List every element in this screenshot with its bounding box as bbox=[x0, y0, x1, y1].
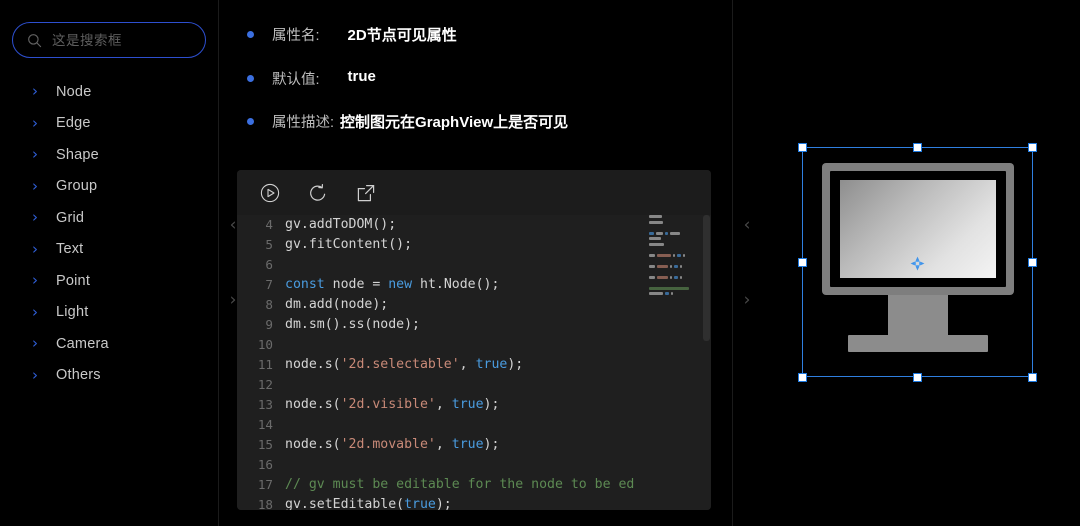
code-line: 9 dm.sm().ss(node); bbox=[237, 315, 711, 335]
sidebar-item-edge[interactable]: › Edge bbox=[0, 108, 218, 140]
collapse-left-button[interactable]: ‹ bbox=[230, 217, 237, 234]
code-editor-card: 4 gv.addToDOM(); 5 gv.fitContent(); 6 7 const … bbox=[237, 170, 711, 510]
code-line: 5 gv.fitContent(); bbox=[237, 235, 711, 255]
code-text: node.s('2d.movable', true); bbox=[285, 437, 500, 452]
chevron-right-icon: › bbox=[32, 334, 38, 353]
code-line: 7 const node = new ht.Node(); bbox=[237, 275, 711, 295]
chevron-right-icon: › bbox=[32, 365, 38, 384]
code-scrollbar-thumb[interactable] bbox=[703, 215, 710, 341]
sidebar-item-text[interactable]: › Text bbox=[0, 234, 218, 266]
resize-handle-ne[interactable] bbox=[1028, 143, 1037, 152]
chevron-right-icon: › bbox=[32, 113, 38, 132]
code-line: 6 bbox=[237, 255, 711, 275]
expand-right-button[interactable]: › bbox=[744, 292, 751, 309]
code-line: 16 bbox=[237, 455, 711, 475]
property-list: 属性名: 2D节点可见属性 默认值: true 属性描述: 控制图元在Graph… bbox=[219, 0, 732, 132]
code-line: 18 gv.setEditable(true); bbox=[237, 495, 711, 510]
code-line: 13 node.s('2d.visible', true); bbox=[237, 395, 711, 415]
code-line: 15 node.s('2d.movable', true); bbox=[237, 435, 711, 455]
code-text: // gv must be editable for the node to b… bbox=[285, 477, 635, 492]
sidebar-item-camera[interactable]: › Camera bbox=[0, 328, 218, 360]
code-text: gv.addToDOM(); bbox=[285, 217, 397, 232]
code-text: node.s('2d.selectable', true); bbox=[285, 357, 524, 372]
sidebar-item-light[interactable]: › Light bbox=[0, 297, 218, 329]
code-editor-toolbar bbox=[237, 170, 711, 215]
sidebar-item-label: Grid bbox=[56, 209, 85, 226]
sidebar-item-label: Others bbox=[56, 367, 101, 384]
right-rail: ‹ › bbox=[733, 0, 761, 526]
bullet-icon bbox=[247, 118, 254, 125]
expand-left-button[interactable]: › bbox=[230, 292, 237, 309]
chevron-right-icon: › bbox=[32, 176, 38, 195]
code-line: 10 bbox=[237, 335, 711, 355]
bullet-icon bbox=[247, 74, 254, 82]
code-text: gv.fitContent(); bbox=[285, 237, 413, 252]
sidebar-item-shape[interactable]: › Shape bbox=[0, 139, 218, 171]
search-input[interactable] bbox=[52, 32, 229, 48]
sidebar-item-grid[interactable]: › Grid bbox=[0, 202, 218, 234]
property-value: 2D节点可见属性 bbox=[347, 27, 457, 44]
code-line: 4 gv.addToDOM(); bbox=[237, 215, 711, 235]
app-root: › Node › Edge › Shape › Group › Grid › T… bbox=[0, 0, 1080, 526]
resize-handle-e[interactable] bbox=[1028, 258, 1037, 267]
property-key: 默认值: bbox=[272, 71, 320, 88]
search-box[interactable] bbox=[12, 22, 229, 58]
sidebar-item-label: Light bbox=[56, 304, 89, 321]
property-row-name: 属性名: 2D节点可见属性 bbox=[247, 24, 722, 45]
reset-button[interactable] bbox=[305, 180, 331, 206]
code-text: node.s('2d.visible', true); bbox=[285, 397, 500, 412]
resize-handle-se[interactable] bbox=[1028, 373, 1037, 382]
code-line: 17// gv must be editable for the node to… bbox=[237, 475, 711, 495]
bullet-icon bbox=[247, 31, 254, 38]
chevron-right-icon: › bbox=[32, 145, 38, 164]
property-key: 属性名: bbox=[272, 28, 320, 44]
property-value: 控制图元在GraphView上是否可见 bbox=[340, 114, 569, 131]
code-line-list: 4 gv.addToDOM(); 5 gv.fitContent(); 6 7 const … bbox=[237, 215, 711, 510]
sidebar-item-group[interactable]: › Group bbox=[0, 171, 218, 203]
run-button[interactable] bbox=[257, 180, 283, 206]
property-key: 属性描述: bbox=[272, 115, 335, 131]
anchor-crosshair-icon[interactable] bbox=[910, 256, 925, 271]
sidebar-item-label: Node bbox=[56, 83, 92, 100]
resize-handle-sw[interactable] bbox=[798, 373, 807, 382]
sidebar-item-label: Camera bbox=[56, 335, 109, 352]
code-line: 14 bbox=[237, 415, 711, 435]
code-editor-body[interactable]: 4 gv.addToDOM(); 5 gv.fitContent(); 6 7 const … bbox=[237, 215, 711, 510]
chevron-right-icon: › bbox=[32, 271, 38, 290]
property-row-description: 属性描述: 控制图元在GraphView上是否可见 bbox=[247, 111, 722, 132]
collapse-right-button[interactable]: ‹ bbox=[744, 217, 751, 234]
resize-handle-s[interactable] bbox=[913, 373, 922, 382]
code-text: dm.add(node); bbox=[285, 297, 389, 312]
sidebar-item-others[interactable]: › Others bbox=[0, 360, 218, 392]
chevron-right-icon: › bbox=[32, 208, 38, 227]
code-line: 12 bbox=[237, 375, 711, 395]
sidebar: › Node › Edge › Shape › Group › Grid › T… bbox=[0, 0, 229, 526]
chevron-right-icon: › bbox=[32, 82, 38, 101]
resize-handle-nw[interactable] bbox=[798, 143, 807, 152]
code-text: dm.sm().ss(node); bbox=[285, 317, 420, 332]
property-value: true bbox=[347, 67, 376, 85]
sidebar-nav-list: › Node › Edge › Shape › Group › Grid › T… bbox=[0, 76, 218, 391]
chevron-right-icon: › bbox=[32, 302, 38, 321]
sidebar-item-node[interactable]: › Node bbox=[0, 76, 218, 108]
code-line: 8 dm.add(node); bbox=[237, 295, 711, 315]
open-external-button[interactable] bbox=[353, 180, 379, 206]
search-icon bbox=[27, 33, 42, 48]
resize-handle-n[interactable] bbox=[913, 143, 922, 152]
center-pane: 属性名: 2D节点可见属性 默认值: true 属性描述: 控制图元在Graph… bbox=[219, 0, 733, 526]
property-row-default: 默认值: true bbox=[247, 68, 722, 89]
code-text: const node = new ht.Node(); bbox=[285, 277, 500, 292]
chevron-right-icon: › bbox=[32, 239, 38, 258]
sidebar-item-label: Group bbox=[56, 178, 98, 195]
sidebar-item-label: Shape bbox=[56, 146, 99, 163]
left-rail: ‹ › bbox=[219, 0, 247, 526]
resize-handle-w[interactable] bbox=[798, 258, 807, 267]
code-text: gv.setEditable(true); bbox=[285, 497, 452, 510]
sidebar-item-label: Point bbox=[56, 272, 91, 289]
code-scrollbar[interactable] bbox=[702, 215, 711, 510]
sidebar-item-point[interactable]: › Point bbox=[0, 265, 218, 297]
sidebar-item-label: Edge bbox=[56, 115, 91, 132]
sidebar-item-label: Text bbox=[56, 241, 84, 258]
code-line: 11 node.s('2d.selectable', true); bbox=[237, 355, 711, 375]
